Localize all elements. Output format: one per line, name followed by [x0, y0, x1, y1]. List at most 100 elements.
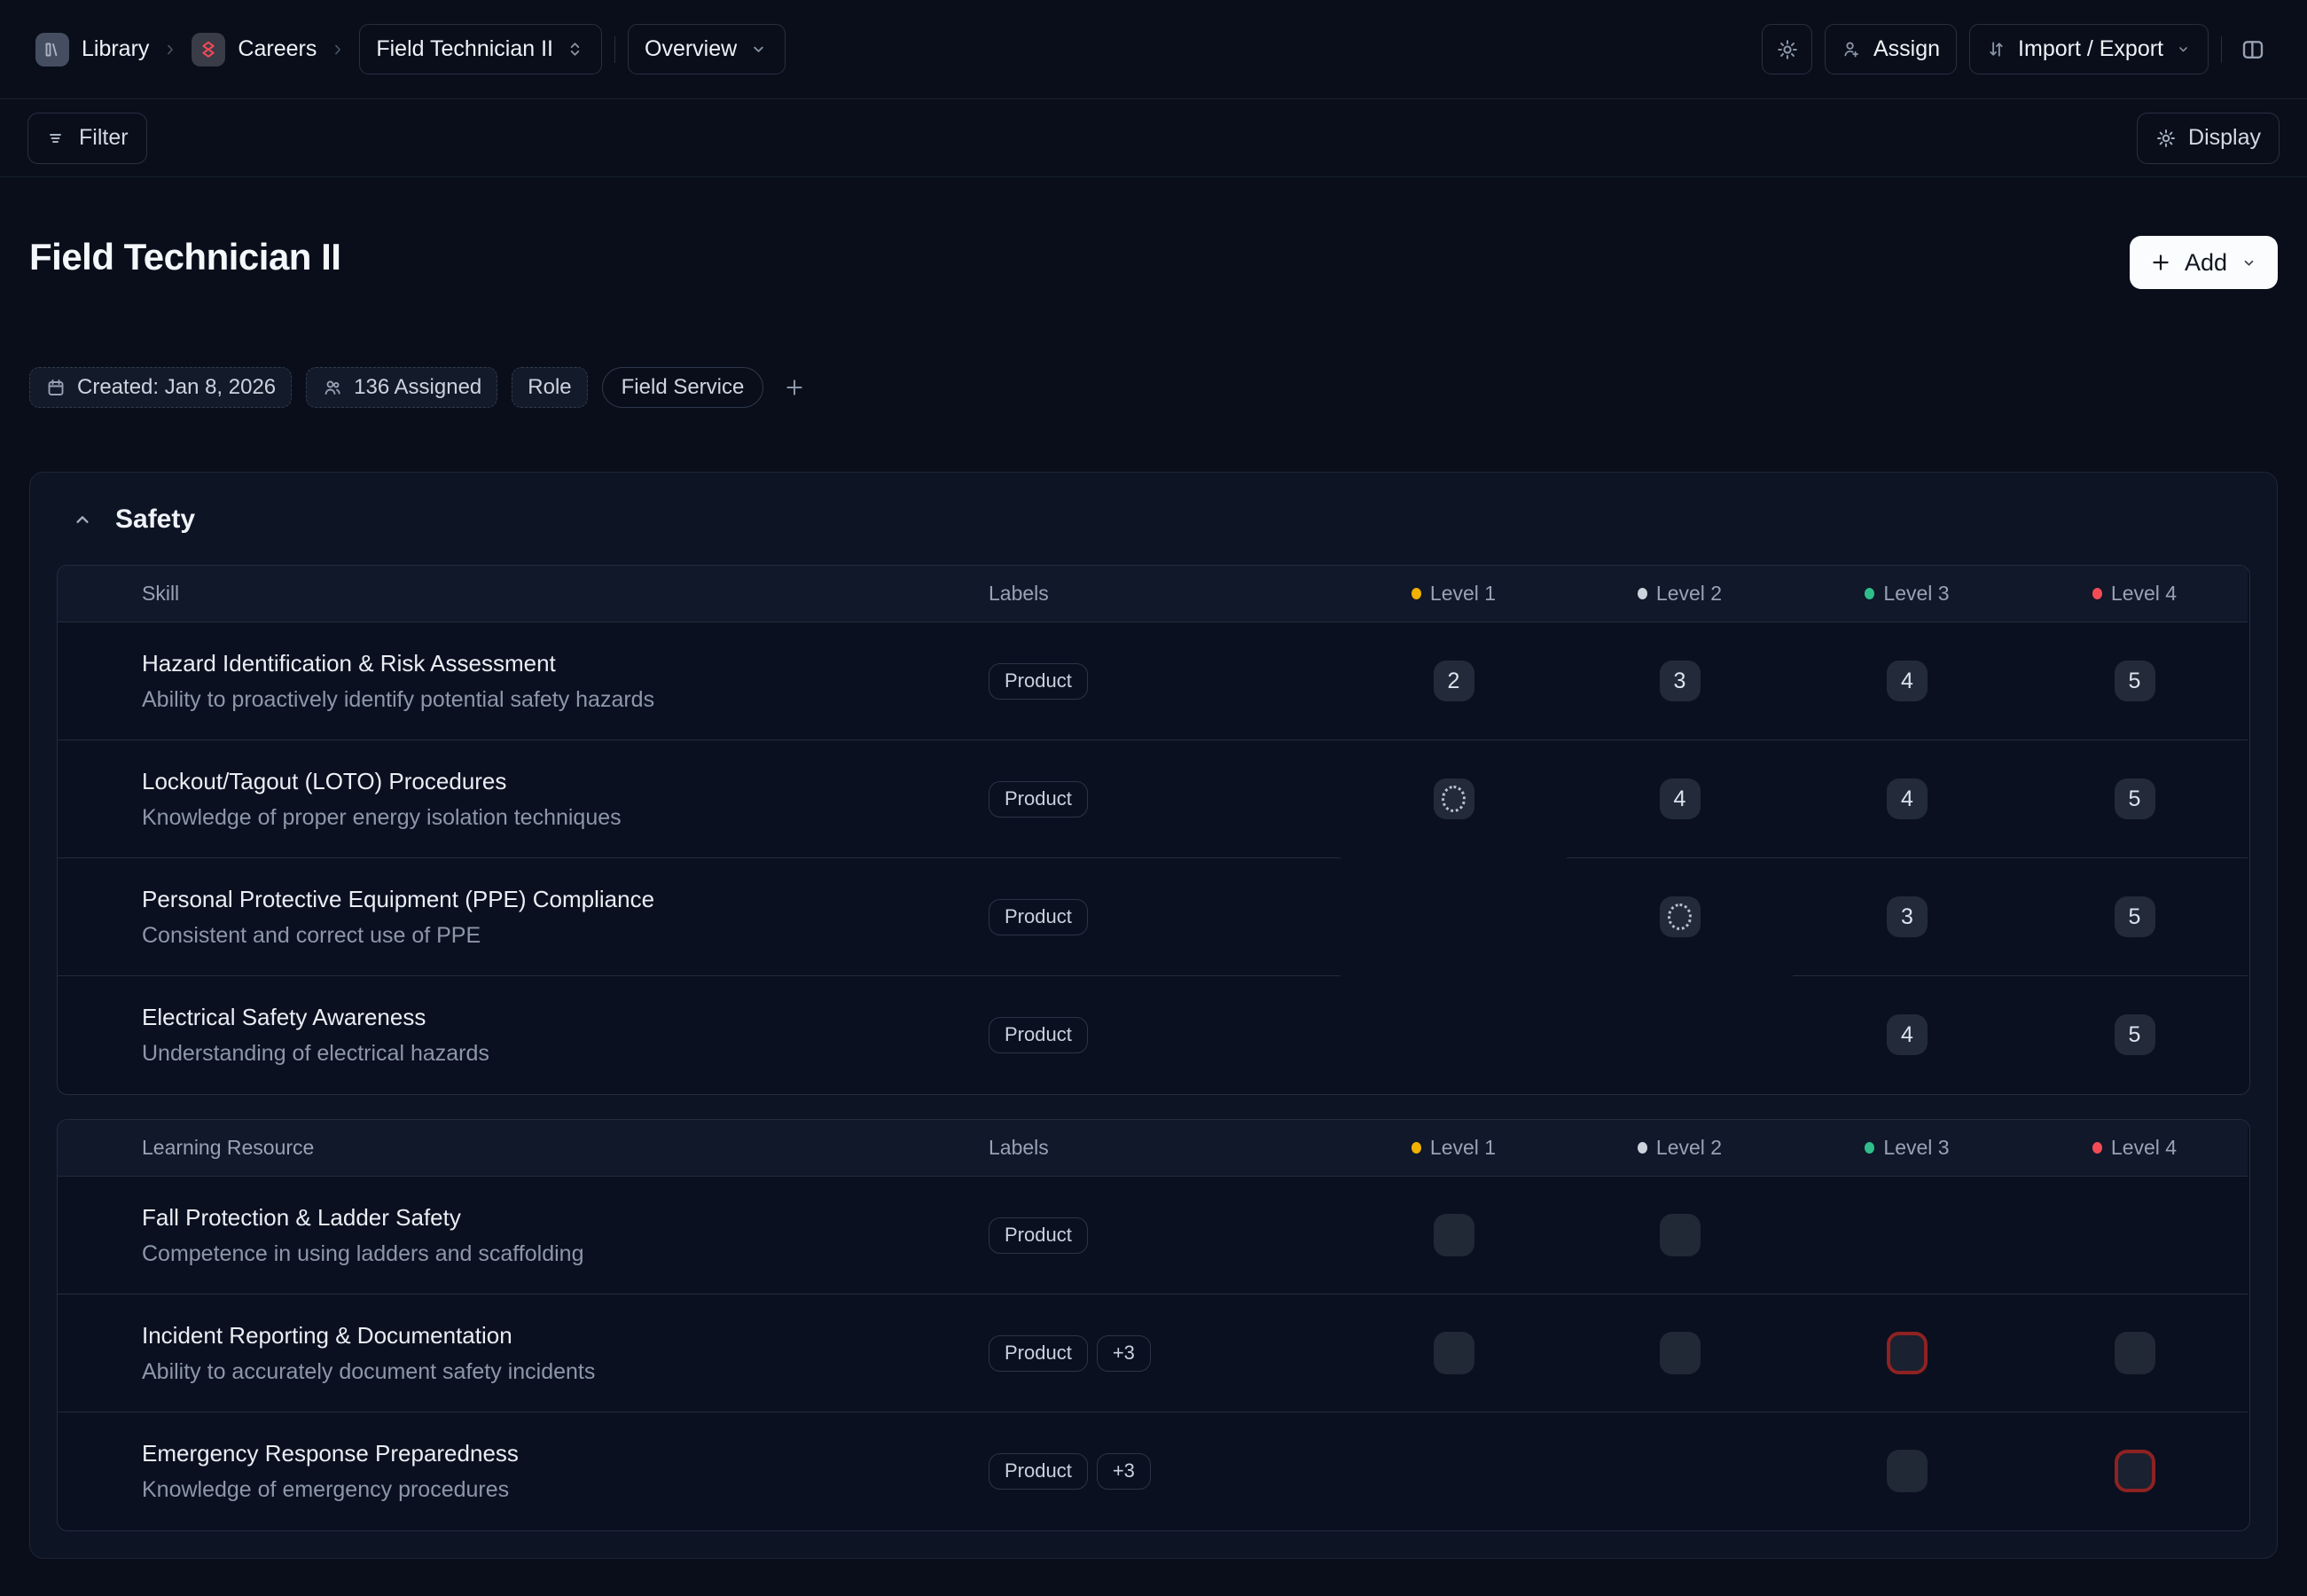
selector-updown-icon — [565, 39, 585, 59]
created-chip[interactable]: Created: Jan 8, 2026 — [29, 367, 292, 408]
skill-title: Hazard Identification & Risk Assessment — [142, 650, 556, 677]
label-chip[interactable]: Product — [989, 1453, 1088, 1490]
collapse-section-button[interactable] — [67, 505, 98, 535]
level-label: Level 1 — [1430, 1136, 1496, 1160]
level-empty-badge[interactable] — [1434, 1214, 1474, 1256]
label-chip[interactable]: Product — [989, 899, 1088, 935]
add-label: Add — [2185, 249, 2227, 277]
skill-cell: Incident Reporting & DocumentationAbilit… — [58, 1295, 989, 1412]
label-chip[interactable]: Product — [989, 663, 1088, 700]
level-cell — [1341, 976, 1567, 1094]
breadcrumb-library[interactable]: Library — [35, 33, 149, 66]
level-loading-spinner[interactable] — [1434, 778, 1474, 819]
spinner-icon — [1668, 904, 1692, 930]
assign-label: Assign — [1873, 36, 1940, 62]
level-value-badge[interactable]: 5 — [2115, 778, 2155, 819]
labels-cell: Product+3 — [989, 1295, 1341, 1412]
level-empty-badge[interactable] — [2115, 1332, 2155, 1374]
level-empty-badge[interactable] — [1660, 1214, 1701, 1256]
level-value-badge[interactable]: 2 — [1434, 661, 1474, 701]
label-chip[interactable]: Product — [989, 1217, 1088, 1254]
entity-selector[interactable]: Field Technician II — [359, 24, 602, 74]
label-chip[interactable]: Product — [989, 1017, 1088, 1053]
level-alert-badge[interactable] — [2115, 1450, 2155, 1492]
divider — [2221, 36, 2222, 63]
level-cell: 3 — [1793, 858, 2022, 976]
level-value-badge[interactable]: 4 — [1887, 778, 1928, 819]
toolbar: Filter Display — [0, 99, 2307, 177]
level-value-badge[interactable]: 4 — [1660, 778, 1701, 819]
level-value-badge[interactable]: 3 — [1660, 661, 1701, 701]
breadcrumb-label: Library — [82, 36, 149, 62]
level-empty-badge[interactable] — [1660, 1332, 1701, 1374]
view-selector-label: Overview — [645, 36, 737, 62]
chevron-down-icon — [2240, 254, 2258, 272]
label-chip[interactable]: Product — [989, 781, 1088, 818]
settings-button[interactable] — [1762, 24, 1812, 74]
add-button[interactable]: Add — [2130, 236, 2278, 289]
skill-cell: Personal Protective Equipment (PPE) Comp… — [58, 858, 989, 976]
skill-cell: Hazard Identification & Risk AssessmentA… — [58, 622, 989, 740]
labels-cell: Product — [989, 740, 1341, 858]
arrows-up-down-icon — [1986, 39, 2006, 59]
breadcrumb-careers[interactable]: Careers — [192, 33, 317, 66]
filter-button[interactable]: Filter — [27, 113, 147, 164]
level-value-badge[interactable]: 5 — [2115, 1014, 2155, 1055]
label-chip[interactable]: Product — [989, 1335, 1088, 1372]
side-panel-toggle[interactable] — [2234, 31, 2272, 68]
level-value-badge[interactable]: 3 — [1887, 896, 1928, 937]
assign-button[interactable]: Assign — [1825, 24, 1957, 74]
level-label: Level 1 — [1430, 582, 1496, 606]
column-header-level-2: Level 2 — [1567, 1120, 1793, 1177]
level-loading-spinner[interactable] — [1660, 896, 1701, 937]
skill-description: Knowledge of proper energy isolation tec… — [142, 805, 622, 831]
level-cell: 2 — [1341, 622, 1567, 740]
calendar-icon — [45, 377, 66, 398]
view-selector[interactable]: Overview — [628, 24, 786, 74]
level-value-badge[interactable]: 4 — [1887, 661, 1928, 701]
plus-icon — [783, 376, 806, 399]
level-alert-badge[interactable] — [1887, 1332, 1928, 1374]
table-row[interactable]: Incident Reporting & DocumentationAbilit… — [58, 1295, 2249, 1412]
user-plus-icon — [1842, 39, 1862, 59]
level-cell — [1567, 1177, 1793, 1295]
learning-resources-table: Learning ResourceLabelsLevel 1Level 2Lev… — [57, 1119, 2250, 1531]
type-chip[interactable]: Role — [512, 367, 587, 408]
meta-row: Created: Jan 8, 2026 136 Assigned Role F… — [29, 367, 2278, 408]
column-header-level-4: Level 4 — [2022, 566, 2248, 622]
level-cell: 4 — [1793, 622, 2022, 740]
import-export-button[interactable]: Import / Export — [1969, 24, 2209, 74]
label-chip[interactable]: +3 — [1097, 1335, 1151, 1372]
label-chip[interactable]: +3 — [1097, 1453, 1151, 1490]
table-row[interactable]: Lockout/Tagout (LOTO) ProceduresKnowledg… — [58, 740, 2249, 858]
page-title: Field Technician II — [29, 236, 340, 278]
level-empty-badge[interactable] — [1434, 1332, 1474, 1374]
tag-pill[interactable]: Field Service — [602, 367, 764, 408]
gear-icon — [1776, 38, 1799, 61]
level-cell — [1341, 740, 1567, 858]
level-cell: 5 — [2022, 622, 2248, 740]
level-cell — [1341, 858, 1567, 976]
table-row[interactable]: Fall Protection & Ladder SafetyCompetenc… — [58, 1177, 2249, 1295]
assigned-chip[interactable]: 136 Assigned — [306, 367, 497, 408]
display-button[interactable]: Display — [2137, 113, 2280, 164]
table-row[interactable]: Electrical Safety AwarenessUnderstanding… — [58, 976, 2249, 1094]
level-cell: 3 — [1567, 622, 1793, 740]
table-row[interactable]: Emergency Response PreparednessKnowledge… — [58, 1412, 2249, 1530]
add-tag-button[interactable] — [783, 376, 806, 399]
level-value-badge[interactable]: 4 — [1887, 1014, 1928, 1055]
level-cell: 5 — [2022, 976, 2248, 1094]
table-row[interactable]: Hazard Identification & Risk AssessmentA… — [58, 622, 2249, 740]
level-cell — [2022, 1295, 2248, 1412]
level-cell: 5 — [2022, 740, 2248, 858]
level-cell: 4 — [1567, 740, 1793, 858]
skill-title: Incident Reporting & Documentation — [142, 1322, 512, 1350]
table-header-row: Learning ResourceLabelsLevel 1Level 2Lev… — [58, 1120, 2249, 1177]
level-value-badge[interactable]: 5 — [2115, 661, 2155, 701]
level-dot-icon — [1865, 1142, 1874, 1154]
level-empty-badge[interactable] — [1887, 1450, 1928, 1492]
table-row[interactable]: Personal Protective Equipment (PPE) Comp… — [58, 858, 2249, 976]
safety-section-card: Safety SkillLabelsLevel 1Level 2Level 3L… — [29, 472, 2278, 1559]
level-value-badge[interactable]: 5 — [2115, 896, 2155, 937]
skills-table: SkillLabelsLevel 1Level 2Level 3Level 4H… — [57, 565, 2250, 1095]
